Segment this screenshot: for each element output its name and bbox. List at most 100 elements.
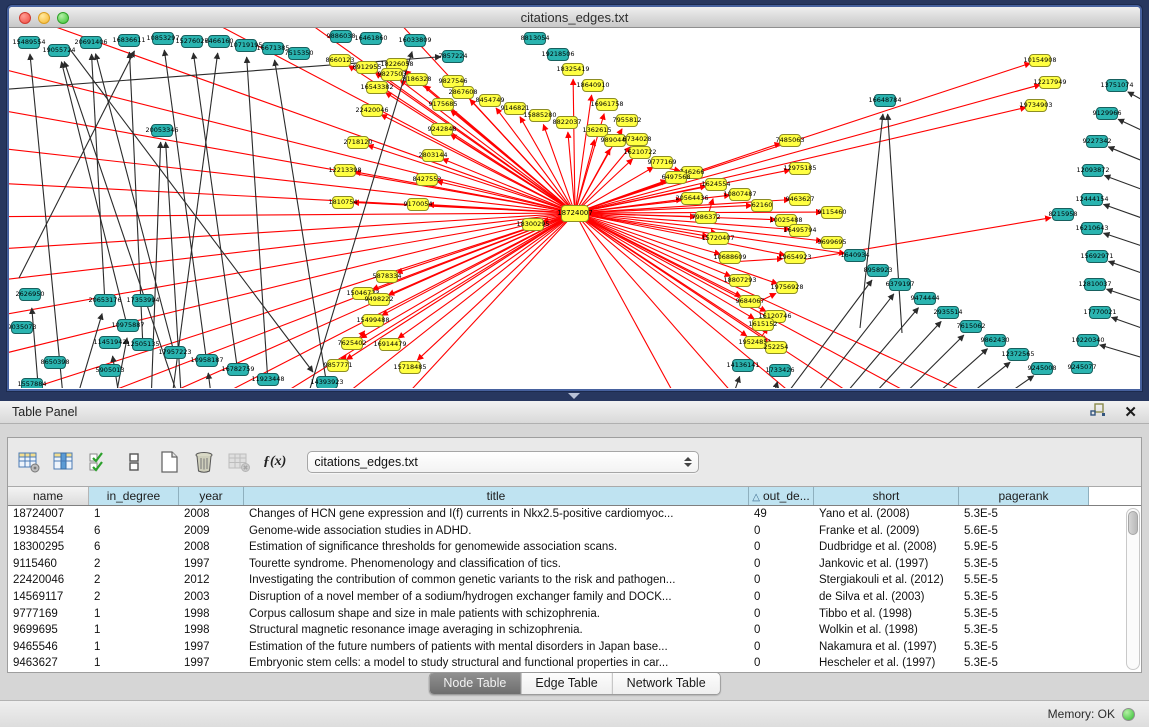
- scrollbar-thumb[interactable]: [1128, 511, 1138, 535]
- table-row[interactable]: 1872400712008Changes of HCN gene express…: [8, 506, 1125, 523]
- graph-node[interactable]: 8454749: [479, 94, 501, 107]
- table-settings-icon[interactable]: [16, 449, 42, 475]
- graph-node[interactable]: 16914479: [379, 338, 401, 351]
- graph-node[interactable]: 13751074: [1106, 79, 1128, 92]
- graph-node[interactable]: 9242848: [431, 123, 453, 136]
- graph-node[interactable]: 12444154: [1081, 193, 1103, 206]
- graph-node[interactable]: 10853297: [152, 32, 174, 45]
- graph-node[interactable]: 16671385: [262, 42, 284, 55]
- divider-grip-icon[interactable]: [568, 393, 580, 399]
- close-window-button[interactable]: [19, 12, 31, 24]
- graph-node[interactable]: 9474444: [914, 292, 936, 305]
- column-header-year[interactable]: year: [179, 487, 244, 505]
- graph-node[interactable]: 20053346: [151, 124, 173, 137]
- graph-node[interactable]: 9035073: [11, 321, 33, 334]
- graph-node[interactable]: 19055724: [48, 44, 70, 57]
- table-row[interactable]: 969969511998Structural magnetic resonanc…: [8, 622, 1125, 639]
- graph-node[interactable]: 8427552: [416, 173, 438, 186]
- graph-node[interactable]: 10719195: [235, 39, 257, 52]
- network-table-select[interactable]: citations_edges.txt: [307, 451, 699, 473]
- graph-node[interactable]: 19734903: [1025, 99, 1047, 112]
- graph-node[interactable]: 15276027: [181, 35, 203, 48]
- graph-node[interactable]: 6734028: [626, 133, 648, 146]
- graph-node[interactable]: 1810754: [332, 196, 354, 209]
- graph-node[interactable]: 10154908: [1029, 54, 1051, 67]
- graph-node[interactable]: 18325419: [562, 63, 584, 76]
- graph-node[interactable]: 252254: [765, 341, 787, 354]
- graph-node[interactable]: 17957223: [164, 346, 186, 359]
- graph-node[interactable]: 11923448: [257, 373, 279, 386]
- graph-node[interactable]: 8912955: [356, 61, 378, 74]
- tab-edge-table[interactable]: Edge Table: [521, 673, 612, 694]
- graph-node[interactable]: 22420046: [361, 104, 383, 117]
- graph-node[interactable]: 20564436: [681, 192, 703, 205]
- graph-node[interactable]: 15692971: [1086, 250, 1108, 263]
- graph-node[interactable]: 8660123: [329, 54, 351, 67]
- graph-node[interactable]: 7625402: [341, 337, 363, 350]
- graph-node[interactable]: 7955812: [616, 114, 638, 127]
- tab-node-table[interactable]: Node Table: [429, 673, 521, 694]
- graph-node[interactable]: 16461860: [360, 32, 382, 45]
- graph-node[interactable]: 19218506: [547, 48, 569, 61]
- graph-node[interactable]: 12975185: [789, 162, 811, 175]
- graph-node[interactable]: 7515350: [288, 47, 310, 60]
- graph-node[interactable]: 16210643: [1081, 222, 1103, 235]
- graph-node[interactable]: 12372565: [1007, 348, 1029, 361]
- graph-node[interactable]: 16543382: [366, 81, 388, 94]
- graph-node[interactable]: 9115460: [821, 206, 843, 219]
- graph-node[interactable]: 9227342: [1086, 135, 1108, 148]
- graph-node[interactable]: 10220340: [1077, 334, 1099, 347]
- graph-node[interactable]: 20691406: [80, 36, 102, 49]
- graph-node[interactable]: 16782759: [227, 363, 249, 376]
- table-row[interactable]: 977716911998Corpus callosum shape and si…: [8, 606, 1125, 623]
- network-window-titlebar[interactable]: citations_edges.txt: [9, 7, 1140, 28]
- panel-divider[interactable]: [0, 391, 1149, 401]
- graph-node[interactable]: 5905013: [99, 364, 121, 377]
- column-header-name[interactable]: name: [8, 487, 89, 505]
- memory-ok-indicator[interactable]: [1122, 708, 1135, 721]
- show-columns-icon[interactable]: [51, 449, 77, 475]
- delete-rows-icon[interactable]: [191, 449, 217, 475]
- table-row[interactable]: 911546021997Tourette syndrome. Phenomeno…: [8, 556, 1125, 573]
- table-vertical-scrollbar[interactable]: [1126, 508, 1140, 670]
- graph-node[interactable]: 14136141: [732, 359, 754, 372]
- close-panel-icon[interactable]: ✕: [1124, 405, 1137, 420]
- column-header-in_degree[interactable]: in_degree: [89, 487, 179, 505]
- graph-node[interactable]: 17353994: [132, 294, 154, 307]
- graph-node[interactable]: 11451942: [99, 336, 121, 349]
- graph-node[interactable]: 20653176: [94, 294, 116, 307]
- float-panel-icon[interactable]: [1090, 403, 1106, 422]
- graph-node[interactable]: 12217949: [1039, 76, 1061, 89]
- tab-network-table[interactable]: Network Table: [613, 673, 720, 694]
- graph-node[interactable]: 8822037: [556, 116, 578, 129]
- graph-node[interactable]: 15885280: [529, 109, 551, 122]
- graph-node[interactable]: 9498222: [368, 293, 390, 306]
- graph-node[interactable]: 16836611: [118, 34, 140, 47]
- table-row[interactable]: 1456911722003Disruption of a novel membe…: [8, 589, 1125, 606]
- graph-node[interactable]: 8813054: [524, 32, 546, 45]
- graph-node[interactable]: 10807487: [729, 188, 751, 201]
- graph-node[interactable]: 8215958: [1052, 208, 1074, 221]
- graph-node[interactable]: 6379197: [889, 278, 911, 291]
- graph-node[interactable]: 15720407: [707, 232, 729, 245]
- graph-node[interactable]: 2718120: [347, 136, 369, 149]
- graph-node[interactable]: 9245077: [1071, 361, 1093, 374]
- graph-node[interactable]: 2935514: [937, 306, 959, 319]
- graph-node[interactable]: 6497568: [665, 171, 687, 184]
- graph-node[interactable]: 1640934: [844, 249, 866, 262]
- graph-node[interactable]: 7615062: [960, 320, 982, 333]
- zoom-window-button[interactable]: [57, 12, 69, 24]
- graph-node[interactable]: 18300295: [522, 218, 544, 231]
- graph-node[interactable]: 2626950: [19, 288, 41, 301]
- row-height-icon[interactable]: [121, 449, 147, 475]
- column-header-out_de[interactable]: △out_de...: [749, 487, 814, 505]
- graph-node[interactable]: 10688609: [719, 251, 741, 264]
- graph-node[interactable]: 14393923: [316, 376, 338, 389]
- graph-node[interactable]: 17770021: [1089, 306, 1111, 319]
- graph-node[interactable]: 16495794: [789, 224, 811, 237]
- graph-node[interactable]: 16210722: [629, 146, 651, 159]
- graph-node[interactable]: 5878334: [376, 270, 398, 283]
- graph-node[interactable]: 6466160: [208, 35, 230, 48]
- graph-node[interactable]: 9862430: [984, 334, 1006, 347]
- table-row[interactable]: 1830029562008Estimation of significance …: [8, 539, 1125, 556]
